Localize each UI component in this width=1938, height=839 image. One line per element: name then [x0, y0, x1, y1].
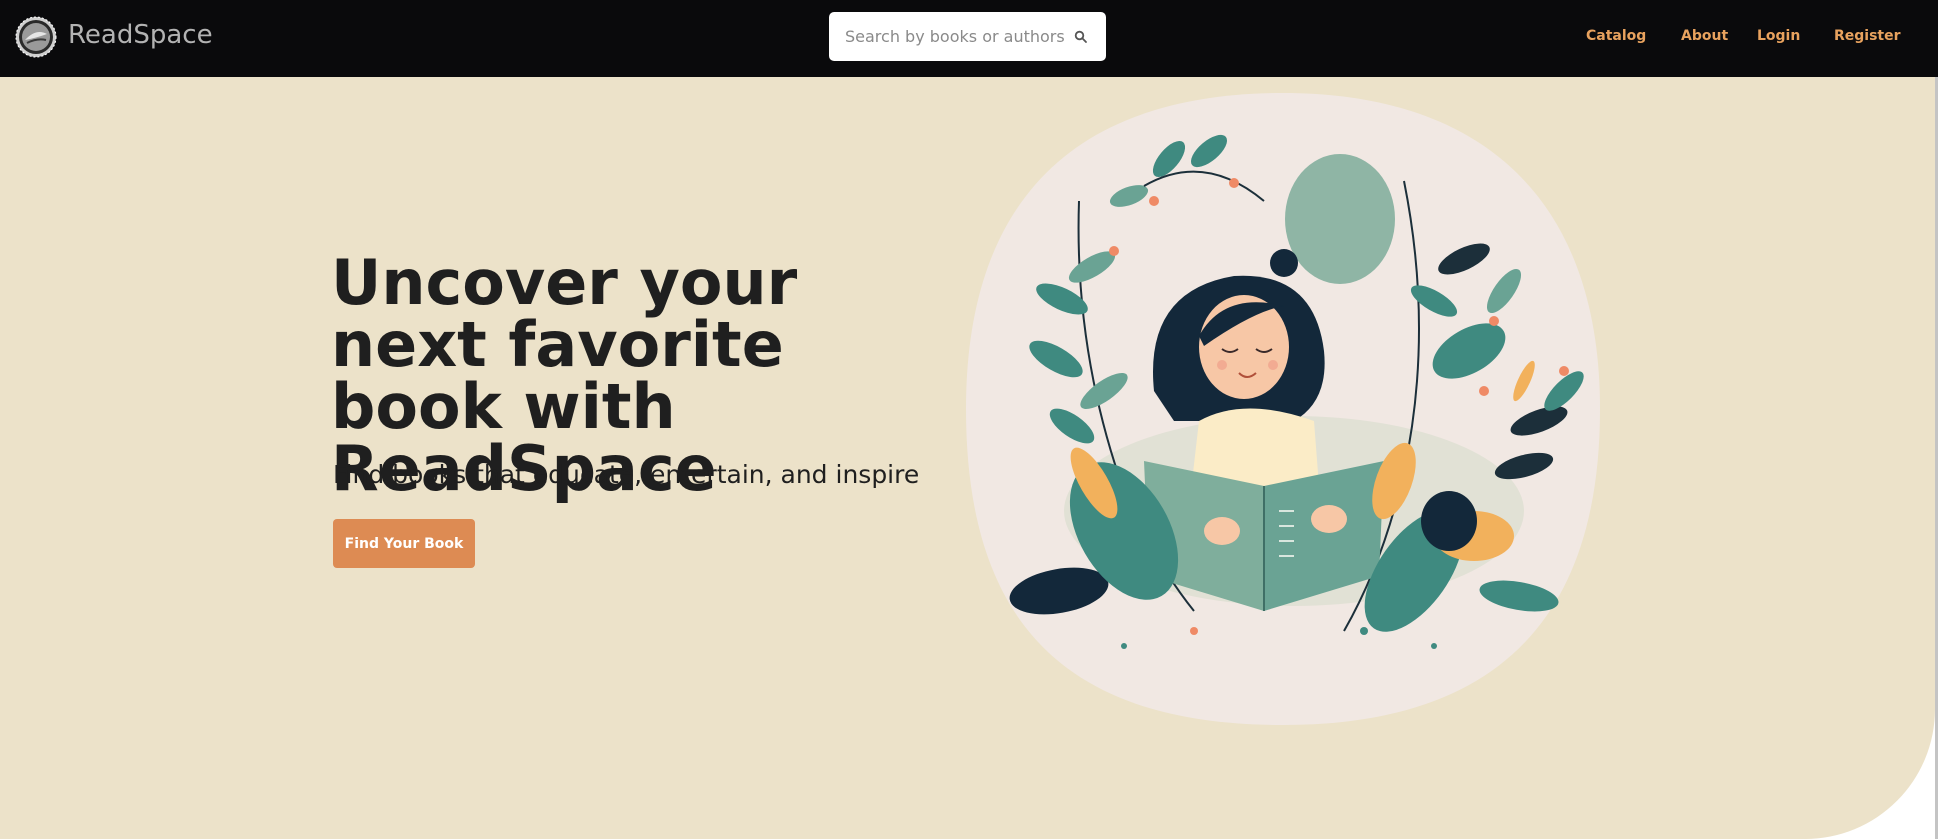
- hero-section: Uncover your next favorite book with Rea…: [0, 77, 1938, 839]
- search-icon[interactable]: [1074, 30, 1088, 44]
- nav-link-register[interactable]: Register: [1834, 28, 1901, 44]
- brand-name[interactable]: ReadSpace: [68, 20, 213, 50]
- find-your-book-button[interactable]: Find Your Book: [333, 519, 475, 568]
- nav-link-catalog[interactable]: Catalog: [1586, 28, 1646, 44]
- hero-subtitle: Find books that educate, entertain, and …: [333, 460, 920, 489]
- readspace-logo-icon[interactable]: [15, 16, 57, 58]
- nav-link-login[interactable]: Login: [1757, 28, 1800, 44]
- search-bar: [829, 12, 1106, 61]
- search-input[interactable]: [845, 24, 1070, 48]
- navbar: ReadSpace Catalog About Login Register: [0, 0, 1938, 77]
- reading-girl-illustration: [966, 93, 1600, 725]
- nav-link-about[interactable]: About: [1681, 28, 1728, 44]
